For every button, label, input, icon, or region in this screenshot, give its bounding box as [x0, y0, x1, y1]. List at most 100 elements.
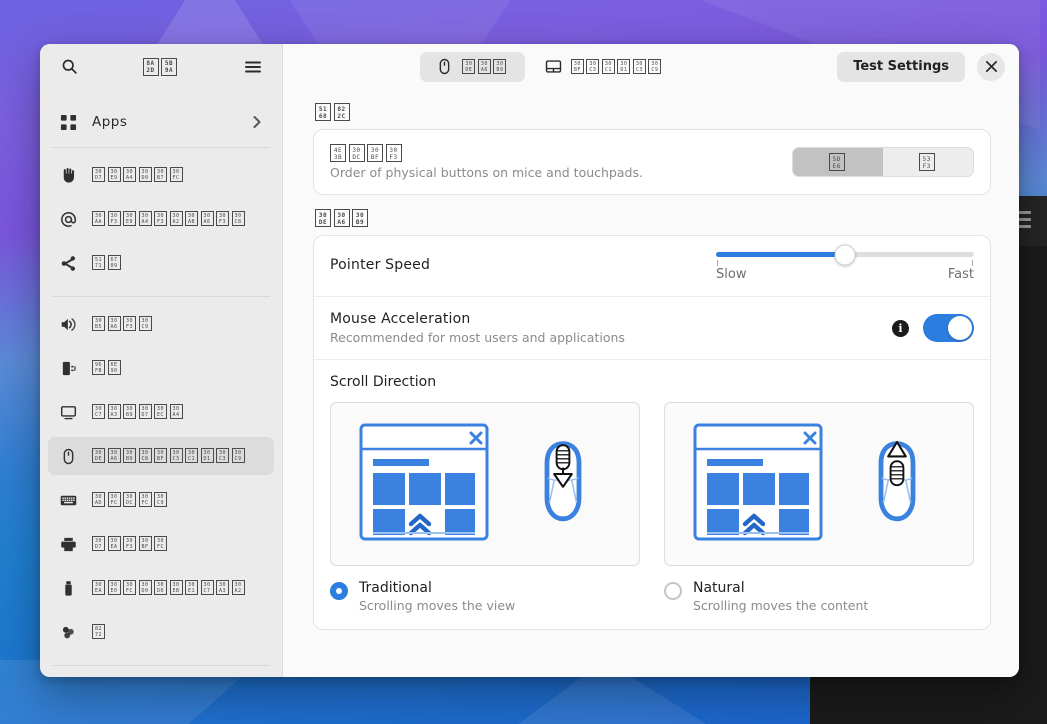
- tofu-glyph: 30 A6: [107, 316, 121, 331]
- sidebar-item-printer[interactable]: 30 D7 30 EA 30 F3 30 BF 30 FC: [48, 525, 274, 563]
- sidebar-group: 30 D7 30 E9 30 A4 30 D0 30 B7 30 FC 30 AA 30 F3 30 E9 30 A4…: [48, 156, 274, 294]
- tofu-glyph: 30 FC: [154, 536, 167, 551]
- tofu-glyph: 30 A6: [107, 448, 121, 463]
- tofu-glyph: 30 A3: [107, 404, 121, 419]
- sidebar-item-apps[interactable]: Apps: [48, 103, 274, 141]
- sidebar-item-usb-removable[interactable]: 30 EA 30 E0 30 FC 30 D0 30 D6 30 EB 30 E1 30 C7 30 A3 30 A2: [48, 569, 274, 607]
- window-illustration: [693, 423, 823, 541]
- tofu-glyph: 30 C8: [231, 211, 245, 226]
- sidebar-item-at-sign[interactable]: 30 AA 30 F3 30 E9 30 A4 30 F3 30 A2 30 AB 30 A6 30 F3 30 C8: [48, 200, 274, 238]
- sidebar-item-power-plug[interactable]: 96 FB 6E 90: [48, 349, 274, 387]
- mouse-icon: [436, 58, 453, 75]
- primary-button-row: 4E 3B 30 DC 30 BF 30 F3 Order of physical butto…: [314, 130, 990, 194]
- grid-apps-icon: [58, 112, 78, 132]
- slider-fill: [716, 252, 845, 257]
- tofu-glyph: 30 FC: [169, 167, 183, 182]
- tofu-glyph: 53 F3: [918, 153, 935, 171]
- tofu-glyph: 30 C9: [154, 492, 167, 507]
- close-x-icon[interactable]: [977, 52, 1005, 81]
- tofu-glyph: 6E 90: [107, 360, 121, 375]
- radio-button[interactable]: [330, 582, 348, 600]
- sidebar-item-label: 30 B5 30 A6 30 F3 30 C9: [92, 316, 264, 332]
- sidebar-item-hand-privacy[interactable]: 30 D7 30 E9 30 A4 30 D0 30 B7 30 FC: [48, 156, 274, 194]
- color-profile-icon: [58, 622, 78, 642]
- sidebar-item-share-nodes[interactable]: 51 71 67 09: [48, 244, 274, 282]
- sidebar-item-label: 30 D7 30 E9 30 A4 30 D0 30 B7 30 FC: [92, 167, 264, 183]
- tofu-glyph: 30 D7: [92, 167, 105, 182]
- tab-mouse[interactable]: 30 DE 30 A6 30 B9: [420, 51, 525, 82]
- view-tabs: 30 DE 30 A6 30 B9 30 BF 30 C3 30 C1 30 D1 30 C3 30 C9: [420, 51, 680, 82]
- sidebar-scroll-area[interactable]: Apps 30 D7 30 E9 30 A4 30 D0 30 B7 30 FC 30 AA 30 F3 30 E…: [40, 89, 282, 677]
- scroll-direction-choices: Traditional Scrolling moves the view Natur…: [330, 402, 974, 613]
- settings-window: 8A 2D 5B 9A Apps 30 D7 30 E9 30 A4 30 D0…: [40, 44, 1019, 677]
- monitor-display-icon: [58, 402, 78, 422]
- window-illustration: [359, 423, 489, 541]
- sidebar-item-monitor-display[interactable]: 30 C7 30 A3 30 B9 30 D7 30 EC 30 A4: [48, 393, 274, 431]
- sidebar-item-keyboard[interactable]: 30 AD 30 FC 30 DC 30 FC 30 C9: [48, 481, 274, 519]
- window-illustration-icon: [693, 423, 823, 545]
- sidebar-item-label: 30 AD 30 FC 30 DC 30 FC 30 C9: [92, 492, 264, 508]
- sidebar-divider: [52, 147, 270, 148]
- tofu-glyph: 30 A4: [138, 211, 152, 226]
- sidebar-item-label: 30 D7 30 EA 30 F3 30 BF 30 FC: [92, 536, 264, 552]
- mouse-card: Pointer Speed Slow Fast Mouse Accelerati…: [313, 235, 991, 630]
- primary-button-subtitle: Order of physical buttons on mice and to…: [330, 165, 643, 180]
- sidebar-item-label: 30 EA 30 E0 30 FC 30 D0 30 D6 30 EB 30 E1 30 C7 30 A3 30 A2: [92, 580, 264, 596]
- primary-button-segmented-control: 5D E6 53 F3: [792, 147, 974, 177]
- tofu-glyph: 30 F3: [216, 211, 229, 226]
- radio-button[interactable]: [664, 582, 682, 600]
- window-with-mouse-arrow-down[interactable]: [330, 402, 640, 566]
- tofu-glyph: 30 F3: [123, 536, 136, 551]
- tofu-glyph: 30 FC: [138, 492, 152, 507]
- pointer-speed-row: Pointer Speed Slow Fast: [314, 236, 990, 296]
- sidebar-item-label: 30 DE 30 A6 30 B9 30 C8 30 BF 30 C3 30 C1 30 D1 30 C3 30 C9: [92, 448, 264, 464]
- scroll-direction-radio-row[interactable]: Traditional Scrolling moves the view: [330, 580, 640, 613]
- tofu-glyph: 30 E9: [123, 211, 136, 226]
- pointer-speed-label: Pointer Speed: [330, 256, 431, 273]
- tofu-glyph: 30 B7: [154, 167, 167, 182]
- tofu-glyph: 30 B5: [92, 316, 105, 331]
- slider-track[interactable]: [716, 244, 974, 265]
- tofu-glyph: 30 FC: [123, 580, 136, 595]
- sidebar-item-folder[interactable]: 51715171308A8A: [48, 674, 274, 677]
- sidebar-item-speaker-sound[interactable]: 30 B5 30 A6 30 F3 30 C9: [48, 305, 274, 343]
- tofu-glyph: 30 B9: [352, 209, 368, 227]
- tofu-glyph: 30 E0: [107, 580, 121, 595]
- window-with-mouse-arrow-up[interactable]: [664, 402, 974, 566]
- toggle-knob: [948, 316, 972, 340]
- tofu-glyph: 30 EC: [154, 404, 167, 419]
- sidebar: 8A 2D 5B 9A Apps 30 D7 30 E9 30 A4 30 D0…: [40, 44, 283, 677]
- tofu-glyph: 30 AA: [92, 211, 105, 226]
- tofu-glyph: 30 F3: [123, 316, 136, 331]
- scroll-direction-radio-row[interactable]: Natural Scrolling moves the content: [664, 580, 974, 613]
- info-circle-icon[interactable]: i: [892, 319, 909, 337]
- slider-thumb[interactable]: [834, 244, 856, 265]
- slider-max-label: Fast: [947, 267, 974, 282]
- radio-texts: Natural Scrolling moves the content: [693, 580, 868, 613]
- tofu-glyph: 30 DC: [348, 144, 365, 162]
- sidebar-item-color-profile[interactable]: 82 72: [48, 613, 274, 651]
- tab-label: 30 BF 30 C3 30 C1 30 D1 30 C3 30 C9: [570, 58, 664, 75]
- tofu-glyph: 30 C3: [169, 448, 183, 463]
- tofu-glyph: 30 A2: [231, 580, 245, 595]
- tofu-glyph: 30 AB: [185, 211, 198, 226]
- tofu-glyph: 30 C9: [138, 316, 152, 331]
- tofu-glyph: 30 C3: [632, 58, 646, 74]
- settings-scroll-area[interactable]: 51 68 82 2C 4E 3B 30 DC 30 BF 30 F3 Order of physi…: [283, 89, 1019, 677]
- content-area: 30 DE 30 A6 30 B9 30 BF 30 C3 30 C1 30 D1 30 C3 30 C9 Tes…: [283, 44, 1019, 677]
- test-settings-button[interactable]: Test Settings: [837, 51, 965, 82]
- pointer-speed-slider[interactable]: Slow Fast: [716, 244, 974, 282]
- scroll-direction-choice-natural: Natural Scrolling moves the content: [664, 402, 974, 613]
- power-plug-icon: [58, 358, 78, 378]
- search-icon[interactable]: [56, 54, 82, 80]
- mouse-acceleration-toggle[interactable]: [923, 314, 974, 342]
- hamburger-menu-icon[interactable]: [240, 54, 266, 80]
- tab-touchpad[interactable]: 30 BF 30 C3 30 C1 30 D1 30 C3 30 C9: [529, 52, 680, 82]
- tofu-glyph: 30 F3: [107, 211, 121, 226]
- primary-button-option-right[interactable]: 53 F3: [883, 148, 973, 176]
- slider-tick: [717, 260, 718, 266]
- tofu-glyph: 30 DE: [92, 448, 105, 463]
- scroll-direction-section: Scroll Direction Traditional Scrolling mo…: [314, 359, 990, 629]
- primary-button-option-left[interactable]: 5D E6: [793, 148, 883, 176]
- sidebar-item-mouse[interactable]: 30 DE 30 A6 30 B9 30 C8 30 BF 30 C3 30 C1 30 D1 30 C3 30 C9: [48, 437, 274, 475]
